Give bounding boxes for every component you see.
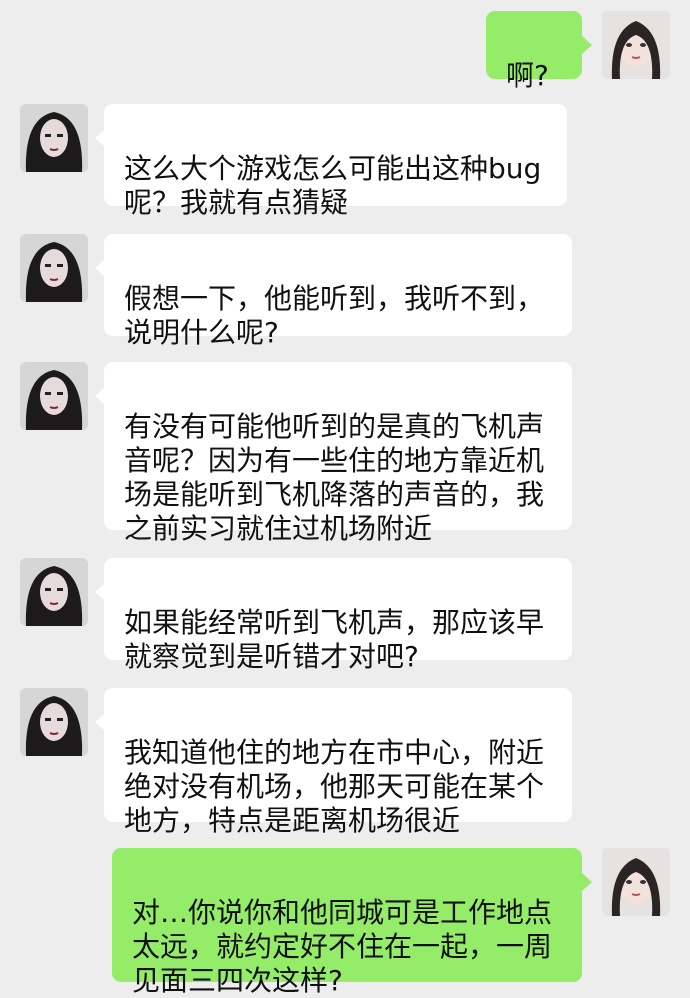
avatar-portrait-icon [20, 234, 88, 302]
message-bubble-incoming[interactable]: 假想一下，他能听到，我听不到， 说明什么呢? [104, 234, 572, 349]
message-bubble-outgoing[interactable]: 对…你说你和他同城可是工作地点 太远，就约定好不住在一起，一周 见面三四次这样? [112, 848, 582, 997]
contact-avatar[interactable] [20, 234, 88, 302]
message-text: 如果能经常听到飞机声，那应该早 就察觉到是听错才对吧? [124, 606, 545, 673]
message-text: 假想一下，他能听到，我听不到， 说明什么呢? [124, 282, 545, 349]
bubble-tail [582, 36, 592, 54]
avatar-portrait-icon [20, 558, 88, 626]
avatar-portrait-icon [602, 848, 670, 916]
message-text: 有没有可能他听到的是真的飞机声 音呢？因为有一些住的地方靠近机 场是能听到飞机降… [124, 410, 545, 545]
contact-avatar[interactable] [20, 558, 88, 626]
message-text: 对…你说你和他同城可是工作地点 太远，就约定好不住在一起，一周 见面三四次这样? [132, 896, 553, 997]
avatar-portrait-icon [602, 11, 670, 79]
message-bubble-incoming[interactable]: 这么大个游戏怎么可能出这种bug 呢？我就有点猜疑 [104, 104, 567, 219]
contact-avatar[interactable] [20, 104, 88, 172]
message-text: 啊? [506, 59, 549, 92]
message-bubble-incoming[interactable]: 如果能经常听到飞机声，那应该早 就察觉到是听错才对吧? [104, 558, 572, 673]
contact-avatar[interactable] [20, 362, 88, 430]
avatar-portrait-icon [20, 688, 88, 756]
message-bubble-outgoing[interactable]: 啊? [486, 11, 582, 92]
user-avatar[interactable] [602, 11, 670, 79]
message-bubble-incoming[interactable]: 有没有可能他听到的是真的飞机声 音呢？因为有一些住的地方靠近机 场是能听到飞机降… [104, 362, 572, 545]
avatar-portrait-icon [20, 362, 88, 430]
message-bubble-incoming[interactable]: 我知道他住的地方在市中心，附近 绝对没有机场，他那天可能在某个 地方，特点是距离… [104, 688, 572, 837]
contact-avatar[interactable] [20, 688, 88, 756]
bubble-tail [582, 873, 592, 891]
message-text: 我知道他住的地方在市中心，附近 绝对没有机场，他那天可能在某个 地方，特点是距离… [124, 736, 545, 837]
user-avatar[interactable] [602, 848, 670, 916]
message-text: 这么大个游戏怎么可能出这种bug 呢？我就有点猜疑 [124, 152, 542, 219]
avatar-portrait-icon [20, 104, 88, 172]
